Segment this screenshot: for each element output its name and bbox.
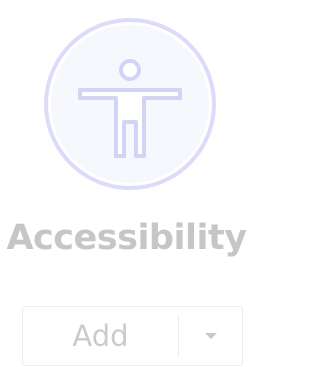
chevron-down-icon	[204, 333, 217, 339]
app-tile: Accessibility Add	[0, 0, 253, 367]
add-button[interactable]: Add	[23, 307, 178, 365]
add-options-toggle[interactable]	[179, 307, 242, 365]
app-title: Accessibility	[6, 218, 247, 258]
add-split-button: Add	[22, 306, 243, 366]
accessibility-icon	[44, 18, 216, 190]
